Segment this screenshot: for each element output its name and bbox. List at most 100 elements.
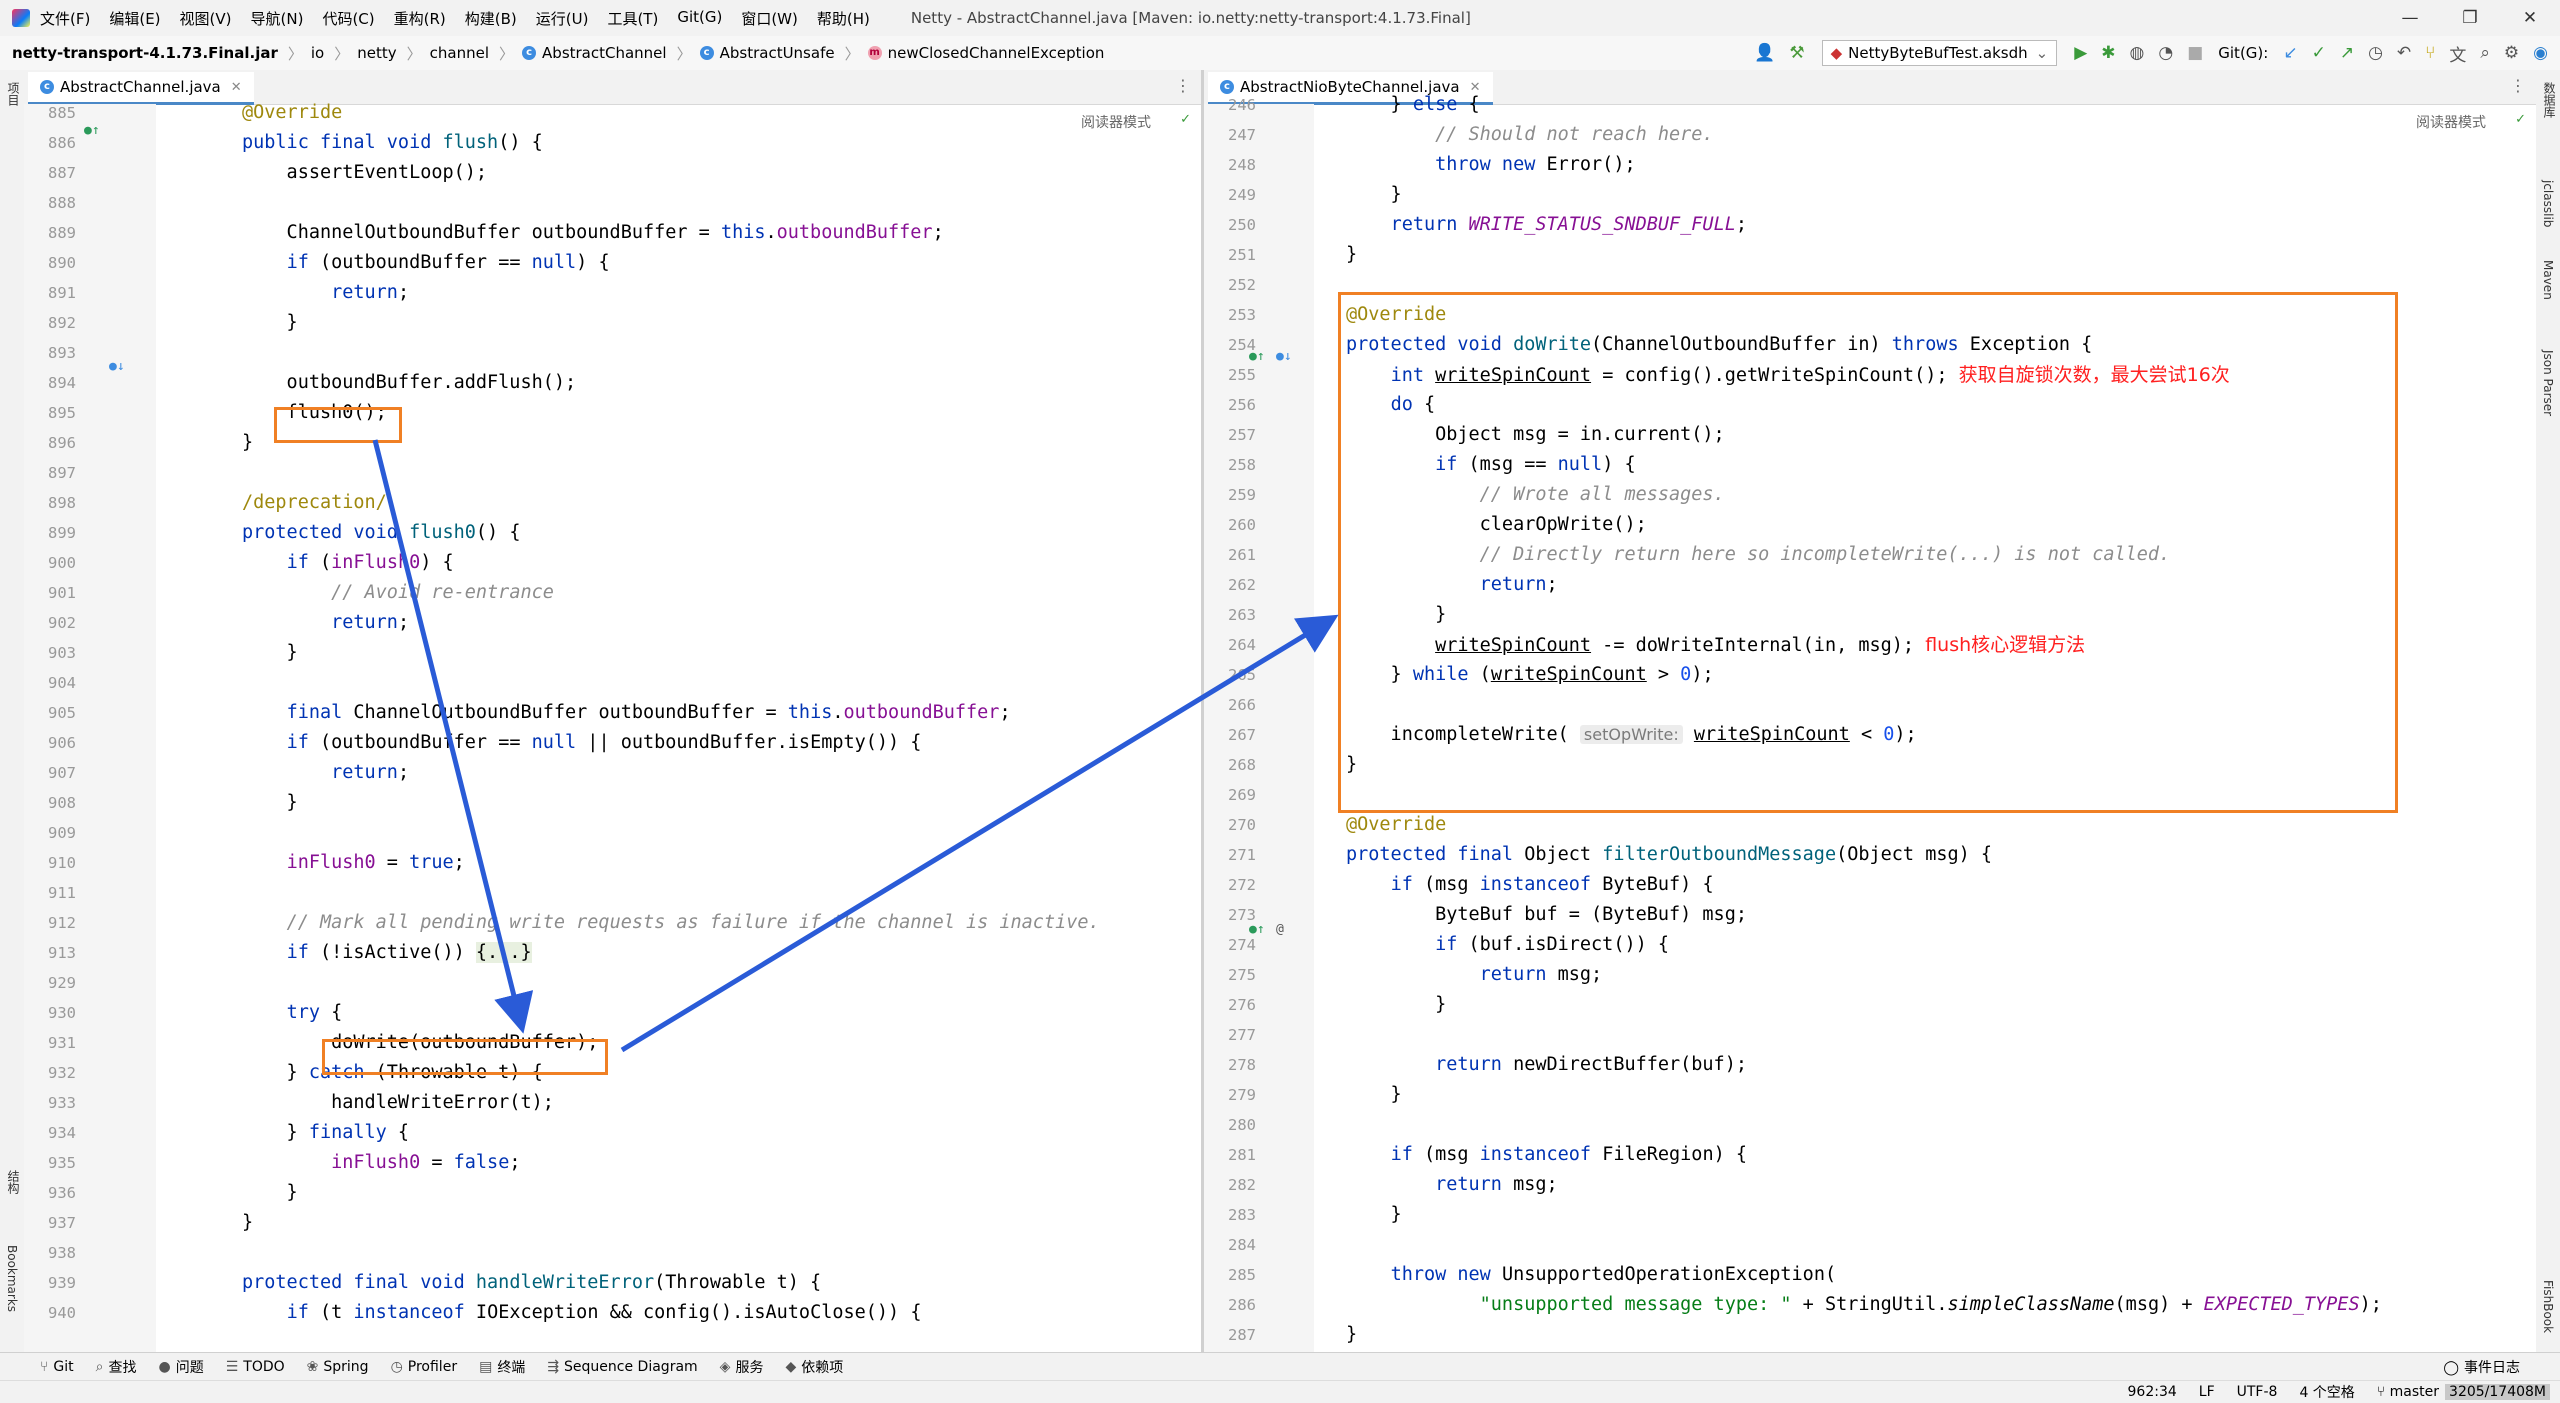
code-line[interactable]: } (242, 638, 298, 668)
code-line[interactable]: } (1346, 990, 1446, 1020)
code-line[interactable]: public final void flush() { (242, 128, 543, 158)
code-line[interactable]: return msg; (1346, 960, 1603, 990)
tool-window-spring[interactable]: ❀ Spring (307, 1357, 369, 1377)
code-line[interactable]: if (inFlush0) { (242, 548, 454, 578)
breadcrumb-method[interactable]: m newClosedChannelException (867, 44, 1104, 62)
code-line[interactable]: } (1346, 1080, 1402, 1110)
code-line[interactable]: } (242, 1208, 253, 1238)
code-line[interactable]: } (242, 428, 253, 458)
git-commit-icon[interactable]: ✓ (2312, 43, 2326, 63)
code-line[interactable]: if (buf.isDirect()) { (1346, 930, 1669, 960)
cursor-position[interactable]: 962:34 (2128, 1384, 2177, 1400)
code-line[interactable]: } finally { (242, 1118, 410, 1148)
debug-icon[interactable]: ✱ (2101, 43, 2115, 63)
close-window-button[interactable]: ✕ (2500, 0, 2560, 36)
menu-item-8[interactable]: 工具(T) (607, 8, 658, 29)
jclasslib-tool-tab[interactable]: jclasslib (2541, 180, 2555, 227)
code-line[interactable]: return WRITE_STATUS_SNDBUF_FULL; (1346, 210, 1747, 240)
vcs-operations-icon[interactable]: ⑂ (2425, 43, 2435, 63)
code-line[interactable]: protected final Object filterOutboundMes… (1346, 840, 1992, 870)
code-line[interactable]: return; (242, 608, 409, 638)
menu-item-6[interactable]: 构建(B) (465, 8, 517, 29)
overrides-method-icon[interactable]: ●↑ (1249, 922, 1265, 937)
history-icon[interactable]: ◷ (2368, 43, 2383, 63)
search-icon[interactable]: ⌕ (2480, 43, 2490, 63)
menu-item-4[interactable]: 代码(C) (322, 8, 374, 29)
structure-tool-tab[interactable]: 结构 (5, 1170, 22, 1194)
code-line[interactable]: if (outboundBuffer == null || outboundBu… (242, 728, 922, 758)
tool-window-查找[interactable]: ⌕ 查找 (96, 1357, 137, 1377)
code-line[interactable]: throw new Error(); (1346, 150, 1636, 180)
breadcrumb-channel[interactable]: channel (430, 44, 489, 62)
run-icon[interactable]: ▶ (2074, 43, 2087, 63)
code-line[interactable]: if (msg instanceof ByteBuf) { (1346, 870, 1714, 900)
menu-item-11[interactable]: 帮助(H) (817, 8, 870, 29)
tool-window-依赖项[interactable]: ◆ 依赖项 (785, 1357, 843, 1377)
code-line[interactable]: if (!isActive()) {...} (242, 938, 532, 968)
code-line[interactable]: } (1346, 180, 1402, 210)
menu-item-3[interactable]: 导航(N) (251, 8, 304, 29)
left-code-area[interactable]: @Override public final void flush() { ass… (156, 102, 1201, 1352)
code-line[interactable]: inFlush0 = true; (242, 848, 465, 878)
code-line[interactable]: } else { (1346, 90, 1480, 120)
close-tab-icon[interactable]: ✕ (231, 80, 242, 95)
file-encoding[interactable]: UTF-8 (2237, 1384, 2278, 1400)
git-update-icon[interactable]: ↙ (2283, 43, 2297, 63)
code-line[interactable]: ChannelOutboundBuffer outboundBuffer = t… (242, 218, 944, 248)
coverage-icon[interactable]: ◍ (2130, 43, 2145, 63)
annotation-icon[interactable]: @ (1276, 922, 1284, 937)
code-line[interactable]: if (outboundBuffer == null) { (242, 248, 610, 278)
code-line[interactable]: } (1346, 1200, 1402, 1230)
bookmarks-tool-tab[interactable]: Bookmarks (5, 1245, 19, 1312)
overrides-method-icon[interactable]: ●↑ (84, 123, 100, 138)
tool-window-git[interactable]: ⑂ Git (40, 1357, 74, 1377)
code-line[interactable]: } (242, 1178, 298, 1208)
tool-window-终端[interactable]: ▤ 终端 (479, 1357, 525, 1377)
database-tool-tab[interactable]: 数据库 (2541, 82, 2558, 118)
menu-item-5[interactable]: 重构(R) (394, 8, 446, 29)
code-line[interactable]: @Override (242, 98, 342, 128)
code-line[interactable]: if (t instanceof IOException && config()… (242, 1298, 922, 1328)
profile-icon[interactable]: ◔ (2158, 43, 2173, 63)
git-push-icon[interactable]: ↗ (2340, 43, 2354, 63)
menu-item-10[interactable]: 窗口(W) (741, 8, 798, 29)
reader-mode-toggle[interactable]: 阅读器模式 (1081, 112, 1151, 132)
line-separator[interactable]: LF (2199, 1384, 2215, 1400)
code-line[interactable]: inFlush0 = false; (242, 1148, 520, 1178)
code-line[interactable]: outboundBuffer.addFlush(); (242, 368, 577, 398)
code-line[interactable]: } (1346, 240, 1357, 270)
code-line[interactable]: if (msg instanceof FileRegion) { (1346, 1140, 1747, 1170)
project-tool-tab[interactable]: 项目 (5, 82, 22, 106)
maximize-button[interactable]: ❐ (2440, 0, 2500, 36)
run-configuration-select[interactable]: ◆ NettyByteBufTest.aksdh ⌄ (1821, 40, 2058, 66)
stop-icon[interactable]: ■ (2187, 43, 2203, 63)
git-branch[interactable]: ⑂ master (2377, 1384, 2439, 1400)
menu-item-0[interactable]: 文件(F) (40, 8, 90, 29)
code-line[interactable]: // Mark all pending write requests as fa… (242, 908, 1100, 938)
tool-window-todo[interactable]: ☰ TODO (226, 1357, 285, 1377)
tool-window-sequence-diagram[interactable]: ⇶ Sequence Diagram (547, 1357, 697, 1377)
code-line[interactable]: ByteBuf buf = (ByteBuf) msg; (1346, 900, 1747, 930)
overridden-method-icon[interactable]: ●↓ (1276, 349, 1292, 364)
code-line[interactable]: /deprecation/ (242, 488, 387, 518)
tool-window-服务[interactable]: ◈ 服务 (720, 1357, 764, 1377)
fishbook-tool-tab[interactable]: FishBook (2541, 1280, 2555, 1333)
tool-window-profiler[interactable]: ◷ Profiler (391, 1357, 458, 1377)
overrides-method-icon[interactable]: ●↑ (1249, 349, 1265, 364)
menu-item-7[interactable]: 运行(U) (536, 8, 589, 29)
menu-item-1[interactable]: 编辑(E) (109, 8, 160, 29)
breadcrumb-abstractunsafe[interactable]: c AbstractUnsafe (699, 44, 835, 62)
breadcrumb-abstractchannel[interactable]: c AbstractChannel (522, 44, 667, 62)
menu-item-2[interactable]: 视图(V) (180, 8, 232, 29)
breadcrumb-netty[interactable]: netty (357, 44, 396, 62)
rollback-icon[interactable]: ↶ (2397, 43, 2411, 63)
tool-window-问题[interactable]: ● 问题 (158, 1357, 203, 1377)
breadcrumb-jar[interactable]: netty-transport-4.1.73.Final.jar (12, 44, 278, 62)
settings-gear-icon[interactable]: ⚙ (2504, 43, 2519, 63)
minimize-button[interactable]: — (2380, 0, 2440, 36)
indent-setting[interactable]: 4 个空格 (2299, 1382, 2354, 1402)
more-options-icon[interactable]: ⋮ (1175, 76, 1191, 95)
code-line[interactable]: return; (242, 278, 409, 308)
code-line[interactable]: protected void flush0() { (242, 518, 520, 548)
code-line[interactable]: return newDirectBuffer(buf); (1346, 1050, 1747, 1080)
